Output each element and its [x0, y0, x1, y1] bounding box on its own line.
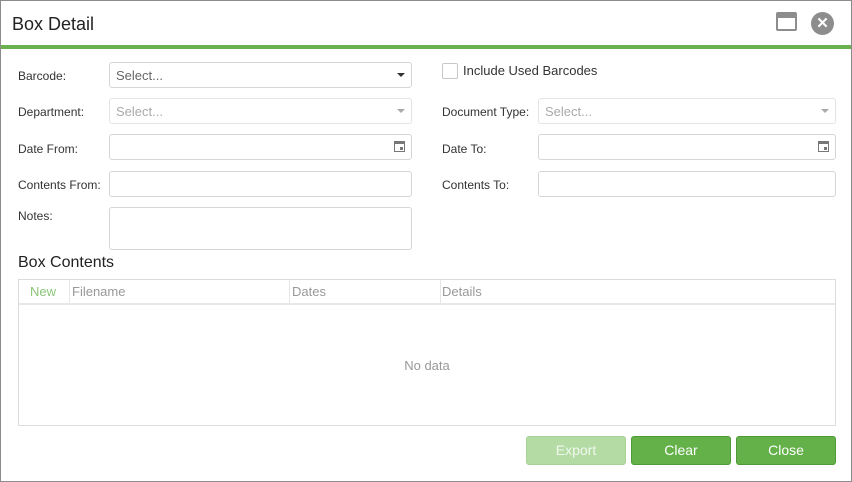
include-used-barcodes-checkbox[interactable]: [442, 63, 458, 79]
new-row-link[interactable]: New: [30, 284, 56, 299]
export-button[interactable]: Export: [526, 436, 626, 465]
box-detail-dialog: Box Detail ✕ Barcode: Select... Include …: [0, 0, 852, 482]
department-placeholder: Select...: [116, 104, 163, 119]
no-data-message: No data: [404, 358, 450, 373]
details-column-header[interactable]: Details: [442, 284, 482, 299]
box-contents-grid: New Filename Dates Details No data: [18, 279, 836, 426]
contents-from-input[interactable]: [109, 171, 412, 197]
dates-column-header[interactable]: Dates: [292, 284, 326, 299]
department-label: Department:: [18, 105, 85, 119]
contents-to-label: Contents To:: [442, 178, 510, 192]
box-contents-title: Box Contents: [18, 254, 115, 271]
chevron-down-icon: [397, 73, 405, 77]
calendar-icon[interactable]: [394, 141, 405, 152]
date-from-input[interactable]: [109, 134, 412, 160]
chevron-down-icon: [397, 109, 405, 113]
barcode-select[interactable]: Select...: [109, 62, 412, 88]
chevron-down-icon: [821, 109, 829, 113]
clear-button[interactable]: Clear: [631, 436, 731, 465]
date-to-label: Date To:: [442, 142, 487, 156]
barcode-label: Barcode:: [18, 69, 67, 83]
contents-from-label: Contents From:: [18, 178, 101, 192]
maximize-icon[interactable]: [776, 12, 797, 31]
close-button[interactable]: Close: [736, 436, 836, 465]
department-select[interactable]: Select...: [109, 98, 412, 124]
contents-to-input[interactable]: [538, 171, 836, 197]
document-type-label: Document Type:: [442, 105, 530, 119]
date-to-input[interactable]: [538, 134, 836, 160]
filename-column-header[interactable]: Filename: [72, 284, 125, 299]
title-bar: Box Detail ✕: [1, 1, 851, 49]
document-type-select[interactable]: Select...: [538, 98, 836, 124]
calendar-icon[interactable]: [818, 141, 829, 152]
document-type-placeholder: Select...: [545, 104, 592, 119]
grid-header: New Filename Dates Details: [19, 280, 835, 305]
column-divider: [69, 280, 70, 303]
notes-textarea[interactable]: [109, 207, 412, 250]
date-from-label: Date From:: [18, 142, 79, 156]
barcode-placeholder: Select...: [116, 68, 163, 83]
close-icon[interactable]: ✕: [811, 12, 834, 35]
dialog-title: Box Detail: [12, 14, 95, 34]
include-used-barcodes-label[interactable]: Include Used Barcodes: [463, 63, 597, 78]
column-divider: [289, 280, 290, 303]
notes-label: Notes:: [18, 209, 53, 223]
column-divider: [440, 280, 441, 303]
